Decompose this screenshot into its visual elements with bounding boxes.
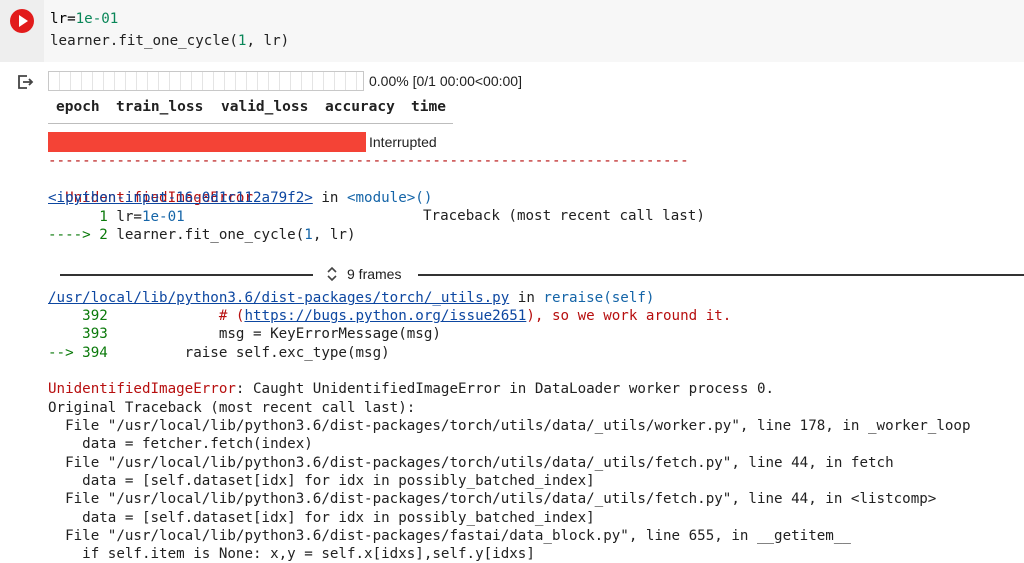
line-number: 393 xyxy=(48,326,117,342)
traceback-text: data = [self.dataset[idx] for idx in pos… xyxy=(48,473,595,489)
traceback-text: if self.item is None: x,y = self.x[idxs]… xyxy=(48,546,535,562)
frame-line-394: --> 394 raise self.exc_type(msg) xyxy=(48,344,390,362)
frames-toggle[interactable]: 9 frames xyxy=(326,266,401,282)
frames-divider-right xyxy=(418,274,1024,276)
code-line-1: lr=1e-01 xyxy=(50,10,118,28)
header-divider xyxy=(48,123,453,124)
traceback-text: data = [self.dataset[idx] for idx in pos… xyxy=(48,510,595,526)
code-token: learner.fit_one_cycle( xyxy=(116,227,305,243)
batch-progress-text: Interrupted xyxy=(369,134,437,150)
code-token: learner.fit_one_cycle( xyxy=(50,33,238,49)
error-message: UnidentifiedImageError: Caught Unidentif… xyxy=(48,380,774,398)
col-epoch: epoch xyxy=(56,99,100,115)
error-text: : Caught UnidentifiedImageError in DataL… xyxy=(235,381,775,397)
traceback-line-2: ----> 2 learner.fit_one_cycle(1, lr) xyxy=(48,226,356,244)
ipython-input-link[interactable]: <ipython-input-16-0d1c112a79f2> xyxy=(48,190,313,206)
code-cell: lr=1e-01 learner.fit_one_cycle(1, lr) xyxy=(0,0,1024,62)
code-editor[interactable]: lr=1e-01 learner.fit_one_cycle(1, lr) xyxy=(44,0,1024,62)
output-actions-icon[interactable] xyxy=(16,73,34,91)
play-icon xyxy=(19,15,28,27)
traceback-text: File "/usr/local/lib/python3.6/dist-pack… xyxy=(48,491,937,507)
frame-line-393: 393 msg = KeyErrorMessage(msg) xyxy=(48,325,441,343)
line-number: 392 xyxy=(48,308,117,324)
cell-gutter xyxy=(0,0,44,62)
code-line-2: learner.fit_one_cycle(1, lr) xyxy=(50,32,289,50)
code-token: , lr) xyxy=(312,227,356,243)
code-token: , lr) xyxy=(246,33,290,49)
frame-line-392: 392 # (https://bugs.python.org/issue2651… xyxy=(48,307,731,325)
line-number: 1 xyxy=(48,209,117,225)
batch-progress-bar xyxy=(48,132,366,152)
traceback-text: data = fetcher.fetch(index) xyxy=(48,436,313,452)
col-valid-loss: valid_loss xyxy=(221,99,309,115)
file-link[interactable]: /usr/local/lib/python3.6/dist-packages/t… xyxy=(48,290,509,306)
code-number: 1e-01 xyxy=(141,209,185,225)
comment-text: # ( xyxy=(116,308,245,324)
col-accuracy: accuracy xyxy=(325,99,395,115)
traceback-label: Traceback (most recent call last) xyxy=(423,208,705,224)
line-arrow: ----> 2 xyxy=(48,227,117,243)
frame-location: /usr/local/lib/python3.6/dist-packages/t… xyxy=(48,289,654,307)
code-number: 1e-01 xyxy=(75,11,119,27)
col-time: time xyxy=(411,99,446,115)
expand-collapse-icon xyxy=(327,266,337,282)
bug-tracker-link[interactable]: https://bugs.python.org/issue2651 xyxy=(244,308,526,324)
col-train-loss: train_loss xyxy=(116,99,204,115)
epoch-progress-text: 0.00% [0/1 00:00<00:00] xyxy=(369,73,522,89)
run-cell-button[interactable] xyxy=(10,9,34,33)
code-token: lr= xyxy=(50,11,76,27)
in-word: in xyxy=(312,190,347,206)
traceback-text: File "/usr/local/lib/python3.6/dist-pack… xyxy=(48,418,971,434)
traceback-text: File "/usr/local/lib/python3.6/dist-pack… xyxy=(48,528,851,544)
code-token: msg = KeyErrorMessage(msg) xyxy=(116,326,441,342)
module-name: <module>() xyxy=(346,190,433,206)
traceback-line-1: 1 lr=1e-01 xyxy=(48,208,185,226)
code-token: raise self.exc_type(msg) xyxy=(116,345,390,361)
comment-text: ), so we work around it. xyxy=(526,308,732,324)
traceback-location: <ipython-input-16-0d1c112a79f2> in <modu… xyxy=(48,189,432,207)
traceback-dashes: ----------------------------------------… xyxy=(48,153,689,169)
code-number: 1 xyxy=(304,227,313,243)
frames-count: 9 frames xyxy=(347,266,402,282)
in-word: in xyxy=(509,290,544,306)
code-token: lr= xyxy=(116,209,142,225)
error-name: UnidentifiedImageError xyxy=(48,381,236,397)
original-traceback: Original Traceback (most recent call las… xyxy=(48,400,416,416)
frames-divider-left xyxy=(60,274,313,276)
epoch-progress-bar xyxy=(48,71,364,91)
traceback-text: File "/usr/local/lib/python3.6/dist-pack… xyxy=(48,455,894,471)
line-arrow: --> 394 xyxy=(48,345,117,361)
function-name: reraise(self) xyxy=(543,290,655,306)
